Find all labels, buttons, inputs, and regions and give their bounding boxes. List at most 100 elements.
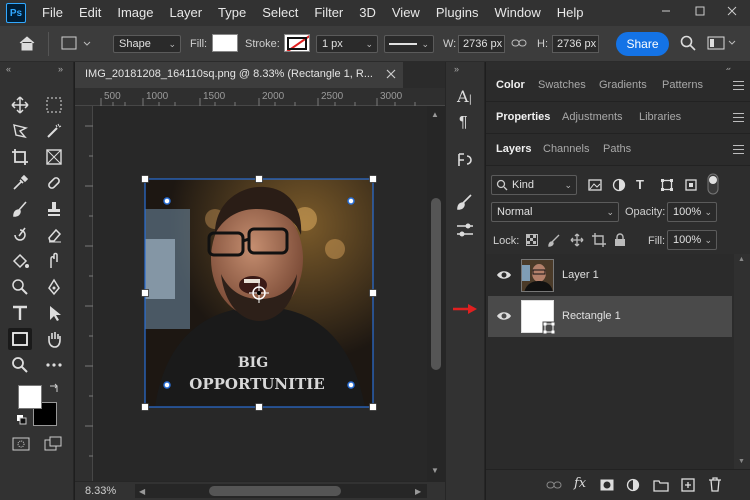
eraser-tool-icon[interactable]	[42, 224, 66, 246]
tab-patterns[interactable]: Patterns	[662, 70, 703, 102]
scroll-right-icon[interactable]: ▶	[415, 487, 421, 496]
blend-mode-dropdown[interactable]: Normal ⌄	[491, 202, 619, 222]
frame-tool-icon[interactable]	[42, 146, 66, 168]
filter-toggle-switch[interactable]	[707, 173, 719, 195]
filter-smart-objects-icon[interactable]	[684, 178, 698, 192]
lock-transparent-pixels-icon[interactable]	[526, 234, 538, 246]
lock-image-pixels-icon[interactable]	[548, 233, 562, 247]
lock-artboard-icon[interactable]	[592, 233, 606, 247]
collapse-panel-icon[interactable]: »	[58, 64, 63, 74]
zoom-level[interactable]: 8.33%	[85, 485, 116, 497]
collapse-dock-icon[interactable]: »	[454, 64, 459, 74]
search-icon[interactable]	[680, 35, 696, 51]
height-field[interactable]: 2736 px	[552, 35, 599, 53]
layer-row-rectangle-1[interactable]: Rectangle 1	[488, 296, 732, 337]
scroll-left-icon[interactable]: ◀	[139, 487, 145, 496]
stroke-width-dropdown[interactable]: 1 px ⌄	[316, 35, 378, 53]
rectangle-tool-icon[interactable]	[8, 328, 32, 350]
tool-mode-dropdown[interactable]: Shape ⌄	[113, 35, 181, 53]
visibility-eye-icon[interactable]	[496, 269, 512, 281]
paragraph-panel-icon[interactable]: ¶	[459, 114, 468, 132]
tab-adjustments[interactable]: Adjustments	[562, 102, 623, 134]
home-icon[interactable]	[18, 35, 36, 51]
dodge-tool-icon[interactable]	[8, 276, 32, 298]
glyphs-panel-icon[interactable]	[455, 150, 475, 170]
tab-color[interactable]: Color	[496, 70, 525, 102]
close-tab-icon[interactable]	[386, 69, 396, 79]
scroll-down-icon[interactable]: ▼	[431, 466, 439, 475]
workspace-icon[interactable]	[707, 35, 737, 51]
tab-channels[interactable]: Channels	[543, 134, 589, 166]
brush-settings-icon[interactable]	[455, 192, 475, 212]
layer-effects-icon[interactable]: fx	[574, 476, 586, 491]
filter-shape-layers-icon[interactable]	[660, 178, 674, 192]
menu-layer[interactable]: Layer	[162, 0, 211, 26]
vertical-scrollbar[interactable]: ▲ ▼	[427, 106, 445, 481]
marquee-tool-icon[interactable]	[42, 94, 66, 116]
type-tool-icon[interactable]	[8, 302, 32, 324]
horizontal-scroll-thumb[interactable]	[209, 486, 341, 496]
tab-libraries[interactable]: Libraries	[639, 102, 681, 134]
menu-image[interactable]: Image	[109, 0, 161, 26]
vertical-ruler[interactable]	[75, 106, 93, 481]
horizontal-scrollbar[interactable]: ◀ ▶	[135, 484, 427, 498]
layer-name[interactable]: Layer 1	[562, 269, 599, 281]
healing-brush-tool-icon[interactable]	[42, 172, 66, 194]
close-icon[interactable]	[716, 0, 748, 22]
scroll-up-icon[interactable]: ▲	[431, 110, 439, 119]
document-tab[interactable]: IMG_20181208_164110sq.png @ 8.33% (Recta…	[75, 62, 403, 88]
layers-scrollbar[interactable]: ▲ ▼	[734, 254, 750, 469]
menu-edit[interactable]: Edit	[71, 0, 109, 26]
crop-tool-icon[interactable]	[8, 146, 32, 168]
menu-plugins[interactable]: Plugins	[428, 0, 487, 26]
tab-swatches[interactable]: Swatches	[538, 70, 586, 102]
collapse-panel-icon[interactable]: «	[6, 64, 11, 74]
menu-type[interactable]: Type	[210, 0, 254, 26]
link-dimensions-icon[interactable]	[511, 38, 527, 48]
filter-pixel-layers-icon[interactable]	[588, 178, 602, 192]
brush-presets-icon[interactable]	[455, 220, 475, 240]
zoom-tool-icon[interactable]	[8, 354, 32, 376]
layer-row-layer-1[interactable]: Layer 1	[488, 255, 732, 296]
lock-all-icon[interactable]	[614, 233, 626, 247]
transform-bounding-box[interactable]	[93, 106, 427, 481]
minimize-icon[interactable]	[650, 0, 682, 22]
hand-tool-icon[interactable]	[42, 328, 66, 350]
paint-bucket-tool-icon[interactable]	[8, 250, 32, 272]
stroke-type-dropdown[interactable]: ⌄	[384, 35, 434, 53]
clone-stamp-tool-icon[interactable]	[42, 198, 66, 220]
quick-mask-icon[interactable]	[12, 436, 30, 452]
vertical-scroll-thumb[interactable]	[431, 198, 441, 370]
filter-type-layers-icon[interactable]: T	[636, 177, 644, 192]
reference-point-icon[interactable]	[249, 283, 269, 303]
add-mask-icon[interactable]	[600, 478, 614, 492]
link-layers-icon[interactable]	[546, 480, 562, 490]
menu-view[interactable]: View	[384, 0, 428, 26]
panel-menu-icon[interactable]	[733, 113, 744, 125]
panel-menu-icon[interactable]	[733, 81, 744, 93]
menu-filter[interactable]: Filter	[306, 0, 351, 26]
menu-3d[interactable]: 3D	[351, 0, 384, 26]
default-colors-icon[interactable]	[16, 414, 28, 426]
panel-menu-icon[interactable]	[733, 145, 744, 157]
photoshop-logo-icon[interactable]: Ps	[6, 3, 26, 23]
maximize-icon[interactable]	[684, 0, 716, 22]
eyedropper-tool-icon[interactable]	[8, 172, 32, 194]
width-field[interactable]: 2736 px	[458, 35, 505, 53]
filter-adjustment-layers-icon[interactable]	[612, 178, 626, 192]
move-tool-icon[interactable]	[8, 94, 32, 116]
foreground-color-swatch[interactable]	[18, 385, 42, 409]
new-layer-icon[interactable]	[681, 478, 695, 492]
tab-paths[interactable]: Paths	[603, 134, 631, 166]
more-tools-icon[interactable]	[42, 354, 66, 376]
visibility-eye-icon[interactable]	[496, 310, 512, 322]
screen-mode-icon[interactable]	[44, 436, 62, 452]
menu-window[interactable]: Window	[486, 0, 548, 26]
stroke-swatch[interactable]	[284, 34, 310, 52]
menu-file[interactable]: File	[34, 0, 71, 26]
character-panel-icon[interactable]: A|	[457, 87, 472, 106]
fill-swatch[interactable]	[212, 34, 238, 52]
tab-gradients[interactable]: Gradients	[599, 70, 647, 102]
canvas-area[interactable]: BIG OPPORTUNITIE	[93, 106, 427, 481]
lasso-tool-icon[interactable]	[8, 120, 32, 142]
